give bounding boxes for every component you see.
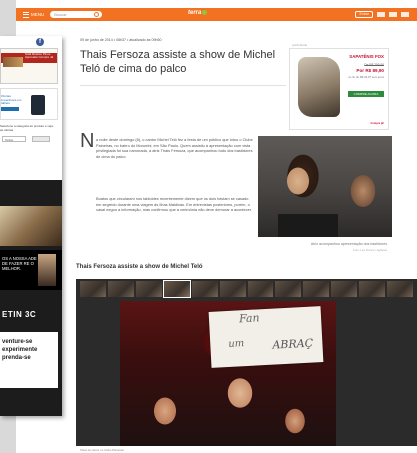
dark-ad-column: OS A NOSSA ADE DE FAZER RE O MELHOR. ETI…: [0, 180, 62, 416]
user-icon[interactable]: [389, 12, 397, 17]
ad-slogan: OS A NOSSA ADE DE FAZER RE O MELHOR.: [2, 256, 37, 271]
menu-button[interactable]: MENU: [23, 11, 45, 18]
shoe-image: [298, 57, 340, 117]
ad-new-price: Por R$ 89,90: [356, 68, 384, 73]
wood-image: [3, 57, 23, 67]
gallery-thumbnail[interactable]: [191, 281, 218, 297]
gallery-previous-button[interactable]: [76, 301, 116, 442]
ad-block-text[interactable]: OS A NOSSA ADE DE FAZER RE O MELHOR.: [0, 250, 62, 290]
furniture-promo[interactable]: Sofá Rústico Pinus Aproveite Compre Já: [0, 48, 58, 84]
gallery-thumbnail[interactable]: [387, 281, 414, 297]
ad-installments: ou 3x de R$ 29,97 sem juros: [348, 75, 384, 79]
gallery-thumbnail[interactable]: [135, 281, 162, 297]
article-paragraph-2: Boatos que circularam nos tabloides rece…: [96, 196, 252, 213]
ad-brand: SAPATÊNIS FOX: [349, 54, 384, 59]
ad-buy-button[interactable]: COMPRE AGORA: [348, 91, 384, 97]
adventure-ad-text: venture-se experimente prenda-se: [2, 339, 38, 361]
tablet-promo[interactable]: Ofertas imperdíveis em tablets: [0, 88, 58, 120]
filter-submit-button[interactable]: [32, 136, 50, 142]
photo-caption: Atriz acompanhou apresentação dos bastid…: [310, 242, 387, 246]
search-placeholder: Buscar: [54, 12, 67, 17]
photo-gallery: Fan um ABRAÇ: [76, 279, 417, 446]
login-button[interactable]: Entrar: [355, 11, 373, 18]
top-right-actions: Entrar: [355, 11, 409, 18]
tablet-promo-bar: [1, 107, 19, 111]
facebook-icon[interactable]: f: [36, 38, 44, 46]
search-icon[interactable]: [94, 12, 100, 17]
gallery-thumbnail[interactable]: [331, 281, 358, 297]
hamburger-icon: [23, 11, 29, 18]
category-select[interactable]: Todos: [2, 136, 26, 142]
offer-filter-form: Selecione a categoria do produto e veja …: [0, 124, 58, 152]
menu-label: MENU: [31, 12, 45, 17]
gallery-thumbnail[interactable]: [219, 281, 246, 297]
gallery-thumbnail[interactable]: [107, 281, 134, 297]
site-logo[interactable]: terra: [188, 10, 208, 17]
title-divider: [80, 85, 286, 86]
shoe-advertisement[interactable]: SAPATÊNIS FOX De R$ 259,90 Por R$ 89,90 …: [289, 48, 389, 130]
photo-credit: Foto: Leo Franco / AgNews: [353, 248, 387, 252]
search-input[interactable]: Buscar: [50, 11, 103, 18]
ad-label: publicidade: [292, 43, 308, 47]
logo-text: terra: [188, 10, 202, 17]
fan-sign: Fan um ABRAÇ: [208, 306, 324, 368]
gallery-thumbnail-strip: [76, 280, 417, 299]
gallery-thumbnail-active[interactable]: [162, 280, 191, 298]
article-paragraph-1: a noite deste domingo (8), o cantor Mich…: [96, 137, 253, 159]
gallery-thumbnail[interactable]: [80, 281, 106, 297]
logo-mark-icon: [202, 10, 208, 15]
promo-banner: Sofá Rústico Pinus Aproveite Compre Já: [1, 52, 57, 67]
adventure-ad[interactable]: venture-se experimente prenda-se: [0, 332, 58, 388]
ad-old-price: De R$ 259,90: [364, 63, 384, 67]
ad-brand-logo: ETIN 3C: [2, 310, 37, 319]
article-title: Thais Fersoza assiste a show de Michel T…: [80, 49, 276, 75]
gallery-next-button[interactable]: [377, 301, 417, 442]
share-icon[interactable]: [401, 12, 409, 17]
filter-label: Selecione a categoria do produto e veja …: [0, 124, 53, 132]
ad-footer: Compre já!: [370, 122, 384, 125]
gallery-thumbnail[interactable]: [303, 281, 330, 297]
gallery-thumbnail[interactable]: [247, 281, 274, 297]
ad-person-image: [38, 254, 56, 286]
drop-cap: N: [80, 130, 95, 152]
promo-text: Sofá Rústico Pinus Aproveite Compre Já: [25, 52, 54, 60]
sign-word: um: [228, 338, 245, 350]
left-overlay-panel: f Sofá Rústico Pinus Aproveite Compre Já…: [0, 36, 62, 416]
article-photo[interactable]: [258, 136, 392, 237]
gallery-caption: Show do cantor no Clube Paineiras: [80, 448, 124, 452]
sign-word: Fan: [238, 311, 260, 326]
gallery-thumbnail[interactable]: [359, 281, 386, 297]
tablet-promo-text: Ofertas imperdíveis em tablets: [1, 94, 22, 106]
gallery-thumbnail[interactable]: [275, 281, 302, 297]
gallery-main-photo[interactable]: Fan um ABRAÇ: [120, 301, 336, 446]
top-navigation-bar: MENU Buscar terra Entrar: [16, 8, 417, 21]
tablet-image: [31, 95, 45, 115]
photo-dark-foreground: [278, 214, 338, 237]
article-date: 09 de junho de 2014 • 08h37 • atualizado…: [80, 38, 162, 42]
sign-word: ABRAÇ: [272, 336, 314, 352]
gallery-title: Thais Fersoza assiste a show de Michel T…: [76, 264, 203, 270]
article-page: MENU Buscar terra Entrar 09 de junho de …: [16, 0, 417, 453]
ad-image-jewelry[interactable]: [0, 206, 62, 246]
mail-icon[interactable]: [377, 12, 385, 17]
